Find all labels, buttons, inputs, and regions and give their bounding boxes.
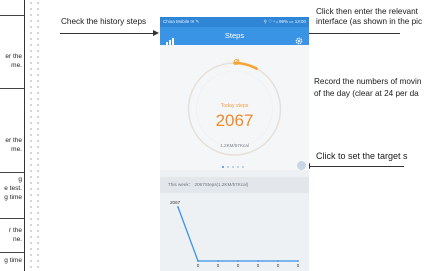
status-carrier: China Mobile ✉ ✎ xyxy=(163,19,200,24)
distance-calories: 1.2KM/57Kcal xyxy=(220,143,249,148)
table-rule xyxy=(0,88,24,89)
annotation-history: Check the history steps xyxy=(61,17,147,26)
ring-track xyxy=(187,62,282,156)
arrow-history xyxy=(60,33,156,34)
status-indicators: ⚲ ♡ ⁿ ᵢₗ 99% ▭ 13:00 xyxy=(263,19,306,24)
page-title: Steps xyxy=(224,31,245,40)
table-text-fragment: e test. xyxy=(4,185,22,192)
week-summary: This week： 2067Steps(1.2KM/57Kcal) xyxy=(160,177,309,193)
table-text-fragment: er the xyxy=(5,53,22,60)
table-text-fragment: me. xyxy=(11,146,22,153)
data-label: 0 xyxy=(197,263,200,268)
arrow-interface xyxy=(302,33,400,34)
table-rule xyxy=(0,15,24,16)
table-rule xyxy=(0,172,24,173)
dotted-separator xyxy=(37,0,39,271)
table-rule xyxy=(0,252,24,253)
data-label: 0 xyxy=(237,263,240,268)
data-label: 0 xyxy=(277,263,280,268)
series-line xyxy=(177,206,298,262)
annotation-interface-line1: Click then enter the relevant xyxy=(316,7,418,16)
pager-dot[interactable] xyxy=(227,166,230,169)
pager-dot[interactable] xyxy=(222,166,225,169)
ring-inner xyxy=(196,70,273,148)
table-text-fragment: g xyxy=(18,176,22,183)
data-point xyxy=(177,206,179,208)
annotation-target: Click to set the target s xyxy=(316,151,408,161)
data-label: 2067 xyxy=(170,200,181,205)
app-bar: Steps xyxy=(160,27,309,45)
data-label: 0 xyxy=(217,263,220,268)
history-graph: 2067 0 0 0 0 0 0 xyxy=(160,195,309,271)
gear-icon[interactable] xyxy=(295,32,303,45)
page-indicator[interactable] xyxy=(222,165,250,170)
arrow-target xyxy=(308,166,404,167)
history-line-chart: 2067 0 0 0 0 0 0 xyxy=(170,200,300,268)
today-steps-panel: Today steps 2067 1.2KM/57Kcal xyxy=(160,45,309,170)
week-summary-text: This week： 2067Steps(1.2KM/57Kcal) xyxy=(168,182,249,187)
table-rule xyxy=(0,218,24,219)
data-point xyxy=(257,260,259,262)
data-point xyxy=(237,260,239,262)
annotation-interface-line2: interface (as shown in the pic xyxy=(316,17,423,26)
data-point xyxy=(297,260,299,262)
annotation-record-line1: Record the numbers of movin xyxy=(314,77,422,86)
data-label: 0 xyxy=(297,263,300,268)
phone-screenshot: China Mobile ✉ ✎ ⚲ ♡ ⁿ ᵢₗ 99% ▭ 13:00 St… xyxy=(160,17,309,271)
today-steps-label: Today steps xyxy=(220,103,249,109)
data-label: 0 xyxy=(257,263,260,268)
pager-dot[interactable] xyxy=(242,166,245,169)
status-bar: China Mobile ✉ ✎ ⚲ ♡ ⁿ ᵢₗ 99% ▭ 13:00 xyxy=(160,17,309,27)
table-text-fragment: g time xyxy=(4,257,22,264)
table-text-fragment: me. xyxy=(11,62,22,69)
table-text-fragment: r the xyxy=(8,227,22,234)
dotted-separator xyxy=(30,0,32,271)
data-point xyxy=(277,260,279,262)
steps-count: 2067 xyxy=(215,111,254,130)
data-point xyxy=(217,260,219,262)
table-text-fragment: g time xyxy=(4,194,22,201)
pager-dot[interactable] xyxy=(232,166,235,169)
table-text-fragment: ne. xyxy=(12,236,22,243)
annotation-record-line2: of the day (clear at 24 per da xyxy=(314,89,419,98)
data-point xyxy=(197,260,199,262)
pager-dot[interactable] xyxy=(237,166,240,169)
arrow-head-right xyxy=(153,30,159,36)
table-text-fragment: er the xyxy=(5,137,22,144)
left-table-column: er the me. er the me. g e test. g time r… xyxy=(0,0,25,271)
set-target-button[interactable] xyxy=(297,161,306,170)
